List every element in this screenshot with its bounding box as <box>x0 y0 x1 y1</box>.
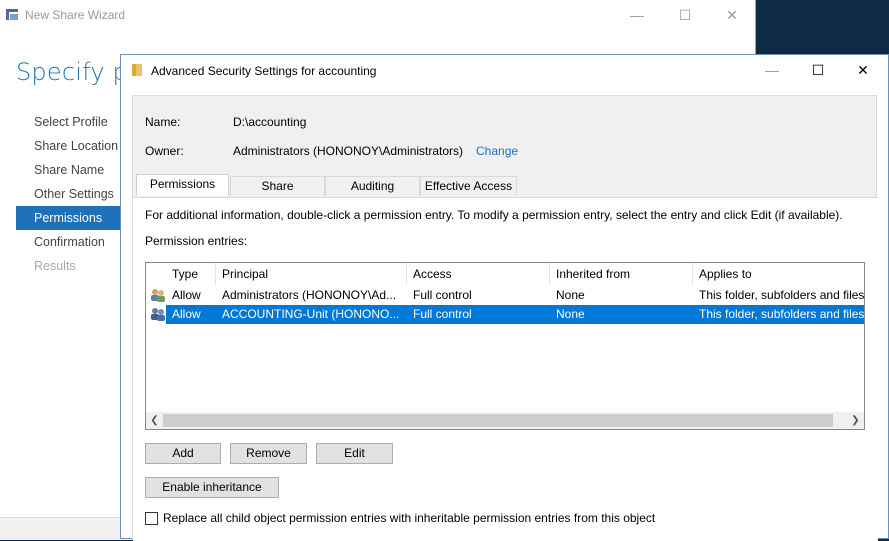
row-type: Allow <box>172 288 201 302</box>
wizard-nav-permissions[interactable]: Permissions <box>16 206 120 230</box>
row-inherited-from: None <box>556 288 585 302</box>
wizard-nav-share-name[interactable]: Share Name <box>16 158 120 182</box>
dialog-maximize-button[interactable]: ☐ <box>795 59 841 81</box>
row-principal: Administrators (HONONOY\Ad... <box>222 288 397 302</box>
table-row[interactable]: Allow ACCOUNTING-Unit (HONONO... Full co… <box>166 305 864 324</box>
wizard-title: New Share Wizard <box>25 8 126 22</box>
user-group-icon <box>151 289 165 302</box>
replace-child-permissions-checkbox[interactable] <box>145 512 158 525</box>
row-inherited-from: None <box>556 307 585 321</box>
wizard-minimize-button[interactable]: — <box>614 4 660 26</box>
scroll-right-icon[interactable]: ❯ <box>847 412 864 429</box>
dialog-titlebar[interactable]: Advanced Security Settings for accountin… <box>121 55 888 85</box>
wizard-maximize-button[interactable]: ☐ <box>662 4 708 26</box>
edit-button[interactable]: Edit <box>316 443 393 464</box>
wizard-nav-results: Results <box>34 259 76 273</box>
horizontal-scrollbar[interactable]: ❮ ❯ <box>146 412 864 429</box>
row-type: Allow <box>172 307 201 321</box>
wizard-nav-share-location[interactable]: Share Location <box>16 134 120 158</box>
wizard-nav-select-profile[interactable]: Select Profile <box>16 110 120 134</box>
column-header-principal[interactable]: Principal <box>216 263 407 285</box>
dialog-close-button[interactable]: ✕ <box>840 59 886 81</box>
column-header-inherited-from[interactable]: Inherited from <box>550 263 693 285</box>
wizard-app-icon <box>6 9 18 20</box>
scroll-left-icon[interactable]: ❮ <box>146 412 163 429</box>
name-label: Name: <box>145 115 181 129</box>
change-owner-link[interactable]: Change <box>476 144 518 158</box>
table-row[interactable]: Allow Administrators (HONONOY\Ad... Full… <box>166 286 864 305</box>
row-applies-to: This folder, subfolders and files <box>699 288 864 302</box>
list-header: Type Principal Access Inherited from App… <box>146 263 864 285</box>
row-applies-to: This folder, subfolders and files <box>699 307 864 321</box>
permission-entries-label: Permission entries: <box>145 234 248 248</box>
row-principal: ACCOUNTING-Unit (HONONO... <box>222 307 400 321</box>
replace-child-permissions-label: Replace all child object permission entr… <box>163 511 656 525</box>
wizard-nav-other-settings[interactable]: Other Settings <box>16 182 120 206</box>
tab-permissions[interactable]: Permissions <box>136 174 229 196</box>
dialog-body: Name: D:\accounting Owner: Administrator… <box>132 95 878 541</box>
column-header-access[interactable]: Access <box>407 263 550 285</box>
owner-value: Administrators (HONONOY\Administrators) <box>233 144 464 158</box>
info-text: For additional information, double-click… <box>145 208 843 222</box>
wizard-close-button[interactable]: ✕ <box>709 4 755 26</box>
column-header-type[interactable]: Type <box>166 263 216 285</box>
row-access: Full control <box>413 288 472 302</box>
column-header-applies-to[interactable]: Applies to <box>693 263 864 285</box>
owner-label: Owner: <box>145 144 184 158</box>
permission-entries-list[interactable]: Type Principal Access Inherited from App… <box>145 262 865 430</box>
tab-share[interactable]: Share <box>230 176 325 196</box>
add-button[interactable]: Add <box>145 443 221 464</box>
scrollbar-thumb[interactable] <box>163 414 833 427</box>
wizard-nav: Select Profile Share Location Share Name… <box>16 110 120 278</box>
dialog-title: Advanced Security Settings for accountin… <box>151 64 377 78</box>
folder-icon <box>132 64 142 76</box>
tab-auditing[interactable]: Auditing <box>325 176 420 196</box>
wizard-nav-confirmation[interactable]: Confirmation <box>16 230 120 254</box>
wizard-titlebar: New Share Wizard — ☐ ✕ <box>0 0 755 30</box>
permissions-tab-panel: For additional information, double-click… <box>133 197 878 541</box>
name-value: D:\accounting <box>233 115 307 129</box>
advanced-security-dialog: Advanced Security Settings for accountin… <box>120 54 889 541</box>
row-access: Full control <box>413 307 472 321</box>
enable-inheritance-button[interactable]: Enable inheritance <box>145 477 279 498</box>
dialog-minimize-button[interactable]: — <box>749 59 795 81</box>
user-group-icon <box>151 308 165 321</box>
tab-effective-access[interactable]: Effective Access <box>420 176 517 196</box>
remove-button[interactable]: Remove <box>230 443 307 464</box>
